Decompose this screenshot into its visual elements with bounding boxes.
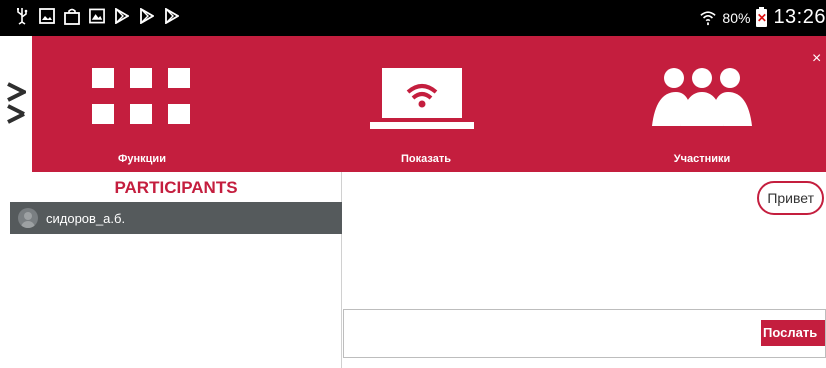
participants-title: PARTICIPANTS bbox=[114, 178, 238, 197]
status-bar-system: 80% ✕ 13:26 bbox=[700, 6, 826, 29]
grid-icon bbox=[92, 68, 190, 124]
top-menu-bar: Функции Показать Участники × bbox=[32, 36, 826, 172]
gallery-icon bbox=[89, 7, 105, 25]
bag-icon bbox=[64, 7, 80, 25]
chat-message: Привет bbox=[757, 181, 824, 215]
status-bar: 80% ✕ 13:26 bbox=[0, 0, 826, 36]
menu-item-show[interactable]: Показать bbox=[356, 36, 496, 172]
menu-item-label: Показать bbox=[401, 153, 451, 165]
people-icon bbox=[652, 68, 752, 126]
play-store-icon bbox=[139, 7, 155, 25]
play-store-icon bbox=[114, 7, 130, 25]
menu-item-label: Функции bbox=[118, 153, 166, 165]
battery-percent: 80% bbox=[722, 9, 751, 26]
chat-input-box: Послать bbox=[343, 309, 826, 358]
usb-icon bbox=[14, 7, 30, 25]
laptop-wifi-icon bbox=[370, 68, 474, 129]
menu-item-participants[interactable]: Участники bbox=[632, 36, 772, 172]
status-bar-notifications bbox=[14, 7, 180, 25]
wifi-icon bbox=[700, 9, 717, 27]
menu-item-label: Участники bbox=[673, 153, 731, 165]
participant-name: сидоров_а.б. bbox=[46, 210, 126, 226]
menu-item-functions[interactable]: Функции bbox=[72, 36, 212, 172]
chat-input[interactable] bbox=[350, 318, 750, 348]
close-icon[interactable]: × bbox=[812, 50, 826, 68]
chat-panel: Привет Послать bbox=[343, 172, 826, 368]
logo-strip bbox=[0, 36, 32, 172]
image-icon bbox=[39, 7, 55, 25]
avatar bbox=[18, 208, 38, 228]
app-window: 80% ✕ 13:26 Функции Показать Участники ×… bbox=[0, 0, 826, 368]
clock: 13:26 bbox=[773, 6, 826, 28]
participants-panel: PARTICIPANTS сидоров_а.б. bbox=[10, 172, 342, 368]
participant-row[interactable]: сидоров_а.б. bbox=[10, 202, 342, 234]
battery-icon: ✕ bbox=[756, 6, 768, 27]
play-store-icon bbox=[164, 7, 180, 25]
app-logo-icon bbox=[7, 82, 26, 124]
send-button[interactable]: Послать bbox=[761, 320, 825, 346]
